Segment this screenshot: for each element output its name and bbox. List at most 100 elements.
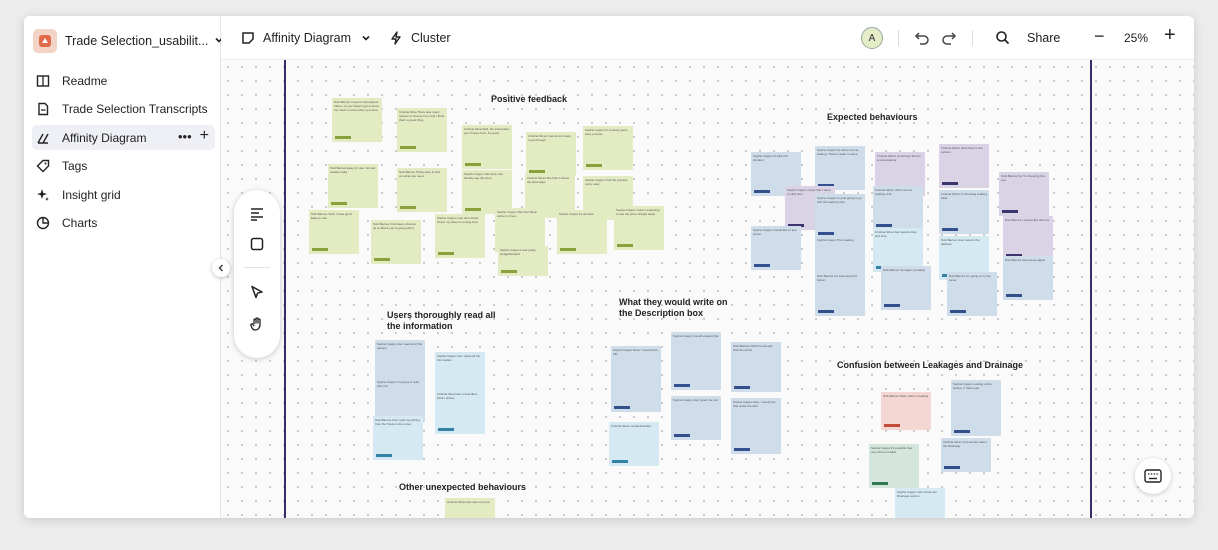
sticky-note[interactable]: Nick Barnes User read everything from th… [373,416,423,460]
zoom-in-button[interactable]: + [1164,24,1176,47]
sidebar-item-charts[interactable]: Charts [32,211,215,236]
chevron-left-icon [218,264,223,272]
sticky-note[interactable]: Sophie Capps I would explain that [671,332,721,390]
note-text: Nick Barnes User selects the address [941,238,980,246]
divider [244,267,270,268]
cluster-heading-description[interactable]: What they would write on the Description… [619,297,739,319]
sticky-note[interactable]: Nick Barnes It did seem obvious as to wh… [371,220,421,264]
project-switcher[interactable]: Trade Selection_usabilit... [33,28,224,54]
sticky-note[interactable]: Nick Barnes Yeah, it was good. Easy to u… [309,210,359,254]
frame-tool-icon[interactable] [247,234,267,254]
note-text: Sophie Capps I'd click this plumber [753,154,788,162]
redo-icon[interactable] [941,30,957,46]
sticky-note[interactable]: Cristina Silva User was not sure [445,498,495,518]
sticky-note[interactable]: Sophie Capps Here, I would put that unde… [731,398,781,454]
undo-icon[interactable] [914,30,930,46]
sticky-note[interactable]: Nick Barnes I'm going to try the same [947,272,997,316]
sticky-note[interactable]: Cristina Silva It was kind of easy to go… [526,132,576,176]
sidebar-item-label: Tags [62,159,88,173]
board-view-icon [241,31,255,45]
zoom-level[interactable]: 25% [1124,31,1148,45]
sticky-note[interactable]: Cristina Silva I just wonder about the D… [941,438,991,472]
cluster-heading-confusion[interactable]: Confusion between Leakages and Drainage [837,360,1023,371]
sticky-note[interactable]: Nick Barnes Click the tab and click the … [731,342,781,392]
sticky-note[interactable]: Nick Barnes It seems transparent rather;… [332,98,382,142]
share-button[interactable]: Share [1027,31,1060,45]
select-tool-icon[interactable] [247,282,267,302]
sidebar-item-insight-grid[interactable]: Insight grid [32,182,215,207]
note-text: Cristina Silva I would say 'there's a to… [877,154,921,162]
note-text: Sophie Capps So there's some leaking. Th… [817,148,859,156]
sticky-note[interactable]: Nick Barnes I'm assuming this button [815,272,865,316]
view-switcher[interactable]: Affinity Diagram [241,31,371,45]
note-text: Nick Barnes Easy for use. Normal tweaks … [330,166,376,174]
sticky-note[interactable]: Nick Barnes Pretty easy to find out what… [397,168,447,212]
sticky-note[interactable]: Nick Barnes So again, probably [881,266,931,310]
sticky-note[interactable]: Cristina Silva Well, the information you… [462,125,512,169]
sticky-note[interactable]: Cristina Silva I think there's two optio… [939,144,989,188]
sticky-note[interactable]: Sophie Capps It's a pretty good, easy pr… [583,126,633,170]
more-options-icon[interactable]: ••• [178,129,192,144]
sidebar-item-tags[interactable]: Tags [32,154,215,179]
note-text: Sophie Capps Looking at the picture, if … [953,382,992,390]
sticky-note[interactable]: Sophie Capps Looking at the picture, if … [951,380,1001,436]
cluster-heading-thoroughly[interactable]: Users thoroughly read all the informatio… [387,310,497,332]
sticky-note[interactable]: Sophie Capps I wasn't expecting to see t… [614,206,664,250]
sidebar-item-readme[interactable]: Readme [32,68,215,93]
note-text: Cristina Silva I would describe [611,424,652,428]
sticky-note[interactable]: Nick Barnes I would click this box [1003,216,1053,260]
hand-tool-icon[interactable] [247,314,267,334]
note-text: Cristina Silva I'm choosing 'leaking toi… [941,192,987,200]
collapse-sidebar-button[interactable] [212,259,230,277]
sticky-note[interactable]: Sophie Capps It was pretty straightforwa… [498,246,548,276]
cluster-button[interactable]: Cluster [389,31,451,45]
project-name: Trade Selection_usabilit... [65,34,209,48]
cluster-heading-expected[interactable]: Expected behaviours [827,112,918,123]
sticky-note[interactable]: Sophie Capps Since I would write this [611,346,661,412]
cluster-heading-other[interactable]: Other unexpected behaviours [399,482,526,493]
note-text: Sophie Capps Here, I would put that unde… [733,400,776,408]
search-icon[interactable] [995,30,1010,45]
sticky-note[interactable]: Sophie Capps It's possible that user did… [869,444,919,488]
sticky-note[interactable]: Cristina Silva I think now it's 'leaking… [873,186,923,230]
sticky-note[interactable]: Sophie Capps I just don't know where my … [435,214,485,258]
view-label: Affinity Diagram [263,30,351,45]
sticky-note[interactable]: Sophie Capps It's all clear [557,210,607,254]
keyboard-shortcuts-button[interactable] [1135,458,1171,494]
add-icon[interactable]: + [200,128,209,144]
pie-chart-icon [36,216,50,230]
sticky-note[interactable]: Sophie Capps User typed the text [671,396,721,440]
sticky-note[interactable]: Cristina Silva I would describe [609,422,659,466]
cluster-heading-positive[interactable]: Positive feedback [491,94,567,105]
app-window: Trade Selection_usabilit... Readme Trade… [24,16,1194,518]
user-avatar[interactable]: A [861,27,883,49]
note-text: Sophie Capps User read all of the option… [377,342,423,350]
sticky-note[interactable]: Sophie Capps I'm just going to go with t… [815,194,865,238]
sticky-note[interactable]: Sophie Capps I would like to see prices [751,226,801,270]
sticky-note[interactable]: Cristina Silva Now it describes what I s… [435,390,485,434]
sticky-note[interactable]: Nick Barnes Sometimes again [1003,256,1053,300]
note-text: Sophie Capps I would explain that [673,334,719,338]
tool-palette [234,190,280,358]
note-text: Cristina Silva I think there's two optio… [941,146,983,154]
sticky-note[interactable]: Nick Barnes Well, water is leaking [881,392,931,430]
project-logo-icon [33,29,57,53]
divider [898,30,899,46]
sidebar-item-label: Trade Selection Transcripts [62,102,208,116]
note-text: Cristina Silva Well, the information you… [464,127,510,135]
note-text: Sophie Capps It's all clear [559,212,594,216]
note-text: Sophie Capps I like that I can directly … [464,172,504,180]
text-tool-icon[interactable] [247,204,267,224]
affinity-canvas[interactable]: Positive feedback Expected behaviours Us… [221,60,1194,518]
sticky-note[interactable]: Cristina Silva There was many options to… [397,108,447,152]
sticky-note[interactable]: Nick Barnes So I'm choosing this one [999,172,1049,216]
sticky-note[interactable]: Cristina Silva I'm choosing 'leaking toi… [939,190,989,234]
note-text: Nick Barnes Yeah, it was good. Easy to u… [311,212,353,220]
sidebar-item-affinity-diagram[interactable]: Affinity Diagram ••• + [32,125,215,150]
sticky-note[interactable]: Sophie Capps User chose the Drainage sec… [895,488,945,518]
sticky-note[interactable]: Sophie Capps So there's some leaking. Th… [815,146,865,190]
note-text: Sophie Capps I just don't know where my … [437,216,479,224]
zoom-out-button[interactable]: − [1094,26,1105,47]
sidebar-item-transcripts[interactable]: Trade Selection Transcripts [32,97,215,122]
sticky-note[interactable]: Nick Barnes Easy for use. Normal tweaks … [328,164,378,208]
